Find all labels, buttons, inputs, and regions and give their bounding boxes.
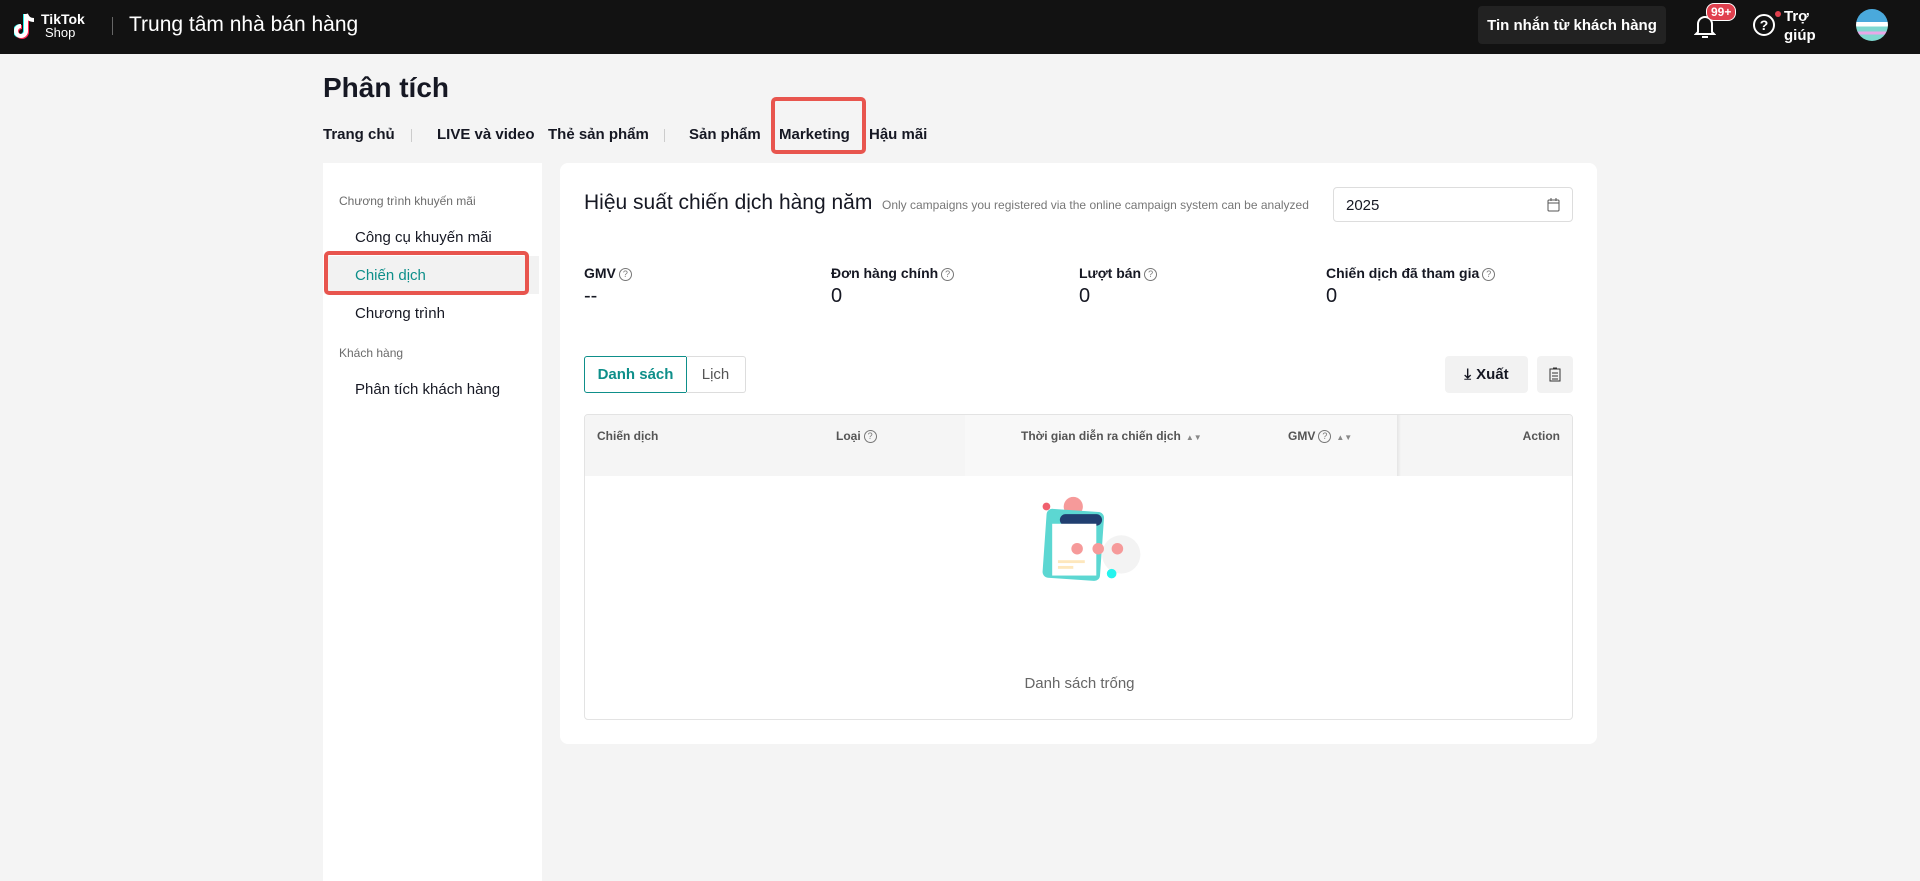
campaign-table: Chiến dịch Loại? Thời gian diễn ra chiến… — [584, 414, 1573, 720]
fixed-column-shadow — [1397, 415, 1401, 476]
sort-icon: ▲▼ — [1185, 433, 1202, 442]
tab-product-card[interactable]: Thẻ sản phẩm — [548, 126, 649, 143]
highlight-marketing — [771, 97, 866, 154]
column-campaign: Chiến dịch — [597, 429, 659, 443]
sidebar-group-customers: Khách hàng — [339, 346, 404, 360]
clipboard-icon — [1549, 367, 1561, 382]
page-title: Phân tích — [323, 72, 450, 103]
avatar[interactable] — [1856, 9, 1888, 41]
sort-icon: ▲▼ — [1336, 433, 1353, 442]
download-icon: ⤓ — [1464, 366, 1472, 383]
info-icon: ? — [1318, 430, 1332, 443]
info-icon: ? — [1482, 268, 1496, 281]
info-icon: ? — [863, 430, 877, 443]
stat-label-sales: Lượt bán? — [1079, 265, 1158, 281]
notification-badge: 99+ — [1706, 3, 1737, 21]
info-icon: ? — [941, 268, 955, 281]
tab-after-sales[interactable]: Hậu mãi — [869, 126, 927, 143]
column-action: Action — [1522, 429, 1560, 443]
tab-home[interactable]: Trang chủ — [323, 126, 395, 143]
view-calendar-tab[interactable]: Lịch — [686, 356, 746, 393]
view-list-tab[interactable]: Danh sách — [584, 356, 687, 393]
year-picker[interactable]: 2025 — [1333, 187, 1573, 222]
stat-value-campaigns-joined: 0 — [1326, 285, 1338, 307]
empty-clipboard-illustration — [1042, 496, 1141, 581]
customer-messages-button[interactable]: Tin nhắn từ khách hàng — [1478, 6, 1666, 44]
report-button[interactable] — [1537, 356, 1573, 393]
help-link[interactable]: Trợ giúp — [1784, 7, 1824, 45]
sidebar-group-promotions: Chương trình khuyến mãi — [339, 194, 476, 208]
tab-products[interactable]: Sản phẩm — [689, 126, 761, 143]
highlight-campaigns — [324, 251, 529, 295]
column-type: Loại? — [836, 415, 877, 476]
section-title: Hiệu suất chiến dịch hàng năm — [584, 191, 873, 214]
app-title: Trung tâm nhà bán hàng — [129, 13, 359, 36]
stat-label-gmv: GMV? — [584, 265, 632, 281]
column-gmv[interactable]: GMV? ▲▼ — [1288, 415, 1352, 476]
help-dot — [1775, 11, 1781, 17]
info-icon: ? — [618, 268, 632, 281]
section-note: Only campaigns you registered via the on… — [882, 198, 1309, 212]
tab-divider — [411, 129, 412, 142]
tiktok-logo-icon — [14, 13, 35, 39]
year-value: 2025 — [1346, 197, 1380, 214]
empty-state-text: Danh sách trống — [1024, 675, 1135, 692]
divider — [112, 17, 113, 35]
export-button[interactable]: ⤓ Xuất — [1445, 356, 1528, 393]
calendar-icon — [1547, 198, 1560, 212]
sidebar-item-promotion-tools[interactable]: Công cụ khuyến mãi — [355, 229, 492, 246]
top-header: TikTok Shop Trung tâm nhà bán hàng Tin n… — [0, 0, 1920, 54]
stat-value-sales: 0 — [1079, 285, 1091, 307]
tab-live-video[interactable]: LIVE và video — [437, 126, 535, 143]
stat-label-campaigns-joined: Chiến dịch đã tham gia? — [1326, 265, 1496, 281]
stat-value-gmv: -- — [584, 285, 598, 307]
sidebar-item-programs[interactable]: Chương trình — [355, 305, 445, 322]
info-icon: ? — [1144, 268, 1158, 281]
tab-divider — [664, 129, 665, 142]
help-icon[interactable]: ? — [1753, 14, 1775, 36]
column-time[interactable]: Thời gian diễn ra chiến dịch ▲▼ — [1021, 415, 1202, 476]
stat-value-orders: 0 — [831, 285, 843, 307]
sidebar-item-customer-analytics[interactable]: Phân tích khách hàng — [355, 381, 500, 398]
stat-label-orders: Đơn hàng chính? — [831, 265, 955, 281]
logo-subtext: Shop — [45, 25, 76, 40]
